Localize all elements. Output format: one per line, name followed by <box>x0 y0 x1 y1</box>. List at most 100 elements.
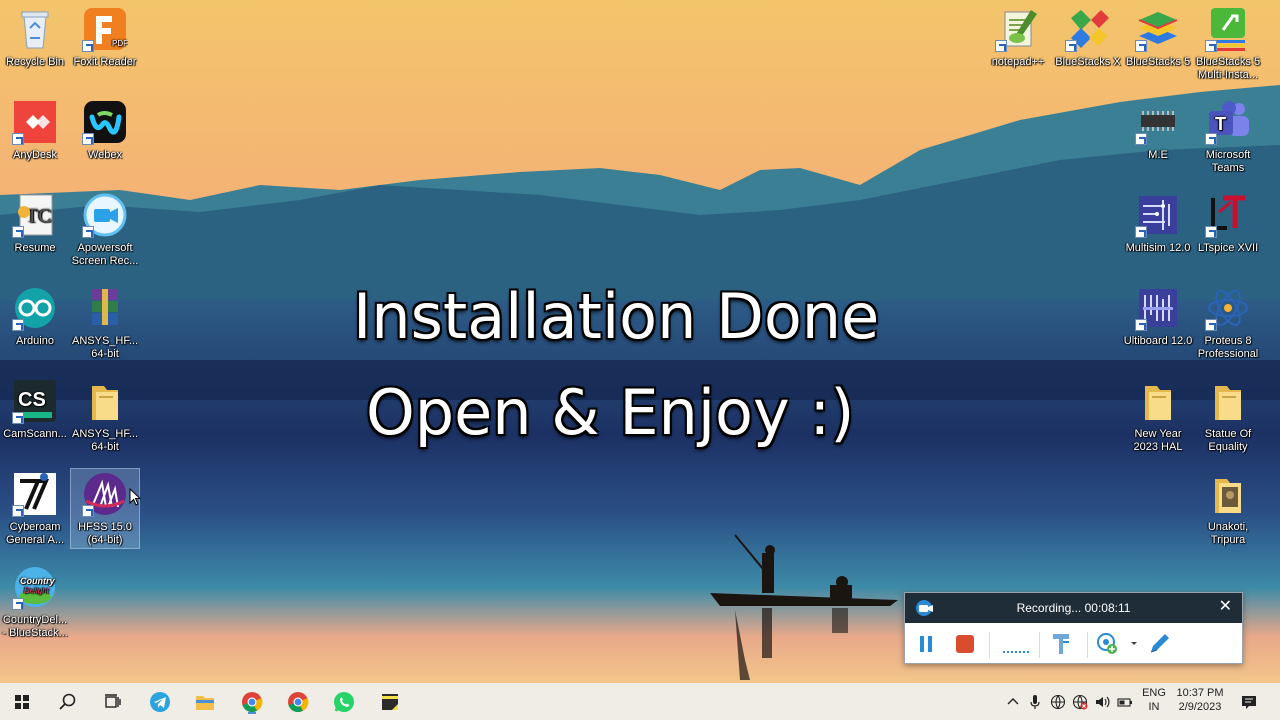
desktop-icon-label: Resume <box>14 242 56 254</box>
shortcut-arrow-icon <box>1205 319 1217 331</box>
country-delight-icon: Country Delight <box>12 564 58 610</box>
notification-icon[interactable] <box>1241 694 1257 710</box>
foxit-reader-icon: PDF <box>82 6 128 52</box>
chrome-icon[interactable] <box>238 688 266 716</box>
pause-icon[interactable] <box>917 632 935 656</box>
desktop-icon-foxit-reader[interactable]: PDF Foxit Reader <box>69 6 141 69</box>
camscanner-icon: CS <box>12 378 58 424</box>
dotted-line-icon[interactable] <box>1001 632 1031 656</box>
desktop-icon-me[interactable]: M.E <box>1122 99 1194 162</box>
desktop-icon-ltspice[interactable]: LTspice XVII <box>1192 192 1264 255</box>
desktop-icon-anydesk[interactable]: AnyDesk <box>0 99 71 162</box>
shortcut-arrow-icon <box>82 226 94 238</box>
notepad-plus-plus-icon <box>995 6 1041 52</box>
arduino-icon <box>12 285 58 331</box>
language-region: IN <box>1148 701 1160 713</box>
ltspice-icon <box>1205 192 1251 238</box>
cyberoam-icon <box>12 471 58 517</box>
screen-recorder-panel: Recording... 00:08:11 ✕ <box>904 592 1243 664</box>
desktop-icon-camscanner[interactable]: CS CamScann... <box>0 378 71 441</box>
desktop-icon-arduino[interactable]: Arduino <box>0 285 71 348</box>
telegram-icon[interactable] <box>146 688 174 716</box>
desktop-icon-resume[interactable]: TC Resume <box>0 192 71 255</box>
svg-text:PDF: PDF <box>112 39 128 48</box>
desktop-icon-label: BlueStacks 5 Multi-Insta... <box>1195 56 1261 81</box>
shortcut-arrow-icon <box>82 505 94 517</box>
network-icon[interactable] <box>1050 694 1066 710</box>
toolbar-divider <box>1087 632 1088 658</box>
bluestacks-multi-instance-icon <box>1205 6 1251 52</box>
desktop-icon-country-delight[interactable]: Country Delight CountryDel... - BlueStack… <box>0 564 71 640</box>
microsoft-teams-icon: T <box>1205 99 1251 145</box>
desktop-icon-ansys-folder[interactable]: ANSYS_HF... 64-bit <box>69 378 141 454</box>
search-icon[interactable] <box>54 688 82 716</box>
battery-icon[interactable] <box>1117 694 1133 710</box>
volume-icon[interactable] <box>1094 694 1110 710</box>
desktop-icon-statue-folder[interactable]: Statue Of Equality <box>1192 378 1264 454</box>
windows-start-icon[interactable] <box>8 688 36 716</box>
desktop-icon-webex[interactable]: Webex <box>69 99 141 162</box>
clock-date: 2/9/2023 <box>1178 701 1222 713</box>
webcam-add-icon[interactable] <box>1095 632 1121 656</box>
microphone-icon[interactable] <box>1027 694 1043 710</box>
desktop-icon-unakoti-folder[interactable]: Unakoti, Tripura <box>1192 471 1264 547</box>
task-view-icon[interactable] <box>99 688 127 716</box>
desktop-icon-label: Cyberoam General A... <box>5 521 65 546</box>
desktop-icon-notepad-plus-plus[interactable]: notepad++ <box>982 6 1054 69</box>
desktop-icon-bluestacks-5[interactable]: BlueStacks 5 <box>1122 6 1194 69</box>
whatsapp-icon[interactable] <box>330 688 358 716</box>
close-icon[interactable]: ✕ <box>1219 599 1232 615</box>
desktop-icon-label: Foxit Reader <box>73 56 137 68</box>
shortcut-arrow-icon <box>1065 40 1077 52</box>
dropdown-icon[interactable] <box>1129 632 1139 656</box>
desktop-icon-label: Unakoti, Tripura <box>1207 521 1249 546</box>
pen-icon[interactable] <box>1147 632 1173 656</box>
shortcut-arrow-icon <box>12 133 24 145</box>
desktop-icon-label: Microsoft Teams <box>1205 149 1251 174</box>
desktop-icon-label: BlueStacks X <box>1055 56 1121 68</box>
desktop-icon-proteus[interactable]: Proteus 8 Professional <box>1192 285 1264 361</box>
desktop-icon-label: Apowersoft Screen Rec... <box>71 242 139 267</box>
svg-text:TC: TC <box>26 205 52 227</box>
recycle-bin-icon <box>12 6 58 52</box>
toolbar-divider <box>989 632 990 658</box>
overlay-title-line1: Installation Done <box>353 280 880 353</box>
desktop-icon-cyberoam[interactable]: Cyberoam General A... <box>0 471 71 547</box>
folder-icon <box>1135 378 1181 424</box>
desktop-icon-ansys-archive[interactable]: ANSYS_HF... 64-bit <box>69 285 141 361</box>
shortcut-arrow-icon <box>1205 133 1217 145</box>
file-explorer-icon[interactable] <box>191 688 219 716</box>
chevron-up-icon[interactable] <box>1005 694 1021 710</box>
svg-text:Delight: Delight <box>24 586 50 595</box>
desktop-icon-microsoft-teams[interactable]: T Microsoft Teams <box>1192 99 1264 175</box>
desktop-icon-label: Ultiboard 12.0 <box>1123 335 1193 347</box>
ultiboard-icon <box>1135 285 1181 331</box>
desktop-icon-bluestacks-multi-instance[interactable]: BlueStacks 5 Multi-Insta... <box>1192 6 1264 82</box>
desktop-icon-bluestacks-x[interactable]: BlueStacks X <box>1052 6 1124 69</box>
globe-icon[interactable] <box>1072 694 1088 710</box>
shortcut-arrow-icon <box>82 133 94 145</box>
sticky-notes-icon[interactable] <box>376 688 404 716</box>
desktop-icon-label: Multisim 12.0 <box>1125 242 1191 254</box>
proteus-icon <box>1205 285 1251 331</box>
mouse-cursor-icon <box>129 487 142 511</box>
stop-icon[interactable] <box>954 632 976 656</box>
clock[interactable]: 10:37 PM 2/9/2023 <box>1172 683 1228 720</box>
multisim-icon <box>1135 192 1181 238</box>
webex-icon <box>82 99 128 145</box>
recorder-toolbar <box>905 624 1242 664</box>
desktop-icon-recycle-bin[interactable]: Recycle Bin <box>0 6 71 69</box>
desktop-icon-label: LTspice XVII <box>1197 242 1259 254</box>
desktop-icon-ultiboard[interactable]: Ultiboard 12.0 <box>1122 285 1194 348</box>
desktop-icon-apowersoft[interactable]: Apowersoft Screen Rec... <box>69 192 141 268</box>
desktop-icon-new-year-folder[interactable]: New Year 2023 HAL <box>1122 378 1194 454</box>
paint-tool-icon[interactable] <box>1049 632 1073 656</box>
chrome-icon[interactable] <box>284 688 312 716</box>
bluestacks-5-icon <box>1135 6 1181 52</box>
desktop-icon-label: HFSS 15.0 (64-bit) <box>78 521 132 546</box>
desktop-icon-label: ANSYS_HF... 64-bit <box>71 335 139 360</box>
shortcut-arrow-icon <box>12 412 24 424</box>
recorder-header: Recording... 00:08:11 ✕ <box>905 593 1242 623</box>
language-indicator[interactable]: ENG IN <box>1141 683 1167 720</box>
desktop-icon-multisim[interactable]: Multisim 12.0 <box>1122 192 1194 255</box>
